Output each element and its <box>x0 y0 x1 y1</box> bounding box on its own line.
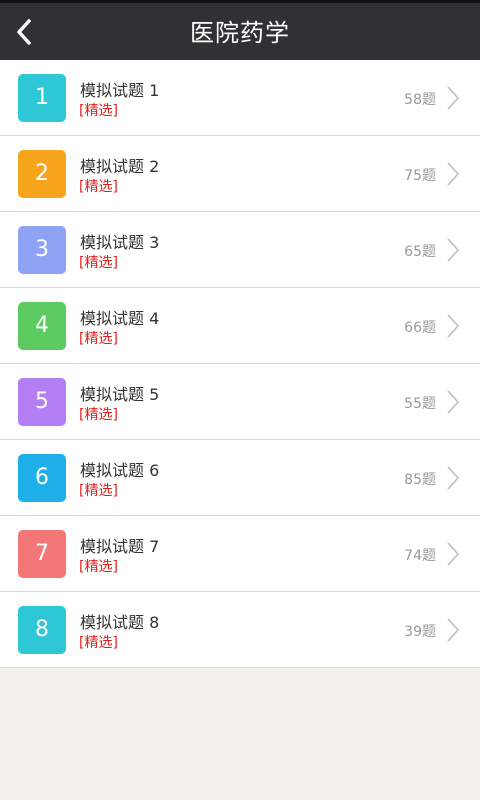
chevron-right-icon <box>447 162 460 186</box>
exam-number-badge: 7 <box>18 530 66 578</box>
exam-title: 模拟试题 4 <box>80 309 160 328</box>
page-title: 医院药学 <box>190 19 290 47</box>
exam-number-badge: 8 <box>18 606 66 654</box>
exam-number-badge: 3 <box>18 226 66 274</box>
exam-title: 模拟试题 7 <box>80 537 160 556</box>
exam-number-badge: 1 <box>18 74 66 122</box>
featured-tag: [精选] <box>79 255 118 271</box>
featured-tag: [精选] <box>79 559 118 575</box>
exam-title: 模拟试题 2 <box>80 157 160 176</box>
exam-list: 1 模拟试题 1 [精选] 58题 2 模拟试题 2 [精选] 75题 3 模拟… <box>0 60 480 668</box>
exam-title: 模拟试题 6 <box>80 461 160 480</box>
featured-tag: [精选] <box>79 179 118 195</box>
list-item[interactable]: 8 模拟试题 8 [精选] 39题 <box>0 592 480 668</box>
exam-number-badge: 4 <box>18 302 66 350</box>
chevron-right-icon <box>447 86 460 110</box>
featured-tag: [精选] <box>79 483 118 499</box>
top-bar: 医院药学 <box>0 0 480 60</box>
exam-number-badge: 5 <box>18 378 66 426</box>
question-count: 66题 <box>404 320 436 336</box>
question-count: 74题 <box>404 548 436 564</box>
chevron-right-icon <box>447 238 460 262</box>
exam-number-badge: 6 <box>18 454 66 502</box>
exam-title: 模拟试题 3 <box>80 233 160 252</box>
exam-title: 模拟试题 8 <box>80 613 160 632</box>
exam-title: 模拟试题 5 <box>80 385 160 404</box>
list-item[interactable]: 7 模拟试题 7 [精选] 74题 <box>0 516 480 592</box>
list-item[interactable]: 4 模拟试题 4 [精选] 66题 <box>0 288 480 364</box>
list-item[interactable]: 1 模拟试题 1 [精选] 58题 <box>0 60 480 136</box>
chevron-right-icon <box>447 314 460 338</box>
question-count: 85题 <box>404 472 436 488</box>
question-count: 65题 <box>404 244 436 260</box>
list-item[interactable]: 5 模拟试题 5 [精选] 55题 <box>0 364 480 440</box>
list-item[interactable]: 2 模拟试题 2 [精选] 75题 <box>0 136 480 212</box>
featured-tag: [精选] <box>79 331 118 347</box>
featured-tag: [精选] <box>79 407 118 423</box>
featured-tag: [精选] <box>79 103 118 119</box>
exam-title: 模拟试题 1 <box>80 81 160 100</box>
question-count: 58题 <box>404 92 436 108</box>
featured-tag: [精选] <box>79 635 118 651</box>
chevron-right-icon <box>447 390 460 414</box>
list-item[interactable]: 3 模拟试题 3 [精选] 65题 <box>0 212 480 288</box>
chevron-right-icon <box>447 466 460 490</box>
exam-number-badge: 2 <box>18 150 66 198</box>
chevron-right-icon <box>447 542 460 566</box>
list-item[interactable]: 6 模拟试题 6 [精选] 85题 <box>0 440 480 516</box>
chevron-right-icon <box>447 618 460 642</box>
question-count: 75题 <box>404 168 436 184</box>
question-count: 39题 <box>404 624 436 640</box>
question-count: 55题 <box>404 396 436 412</box>
